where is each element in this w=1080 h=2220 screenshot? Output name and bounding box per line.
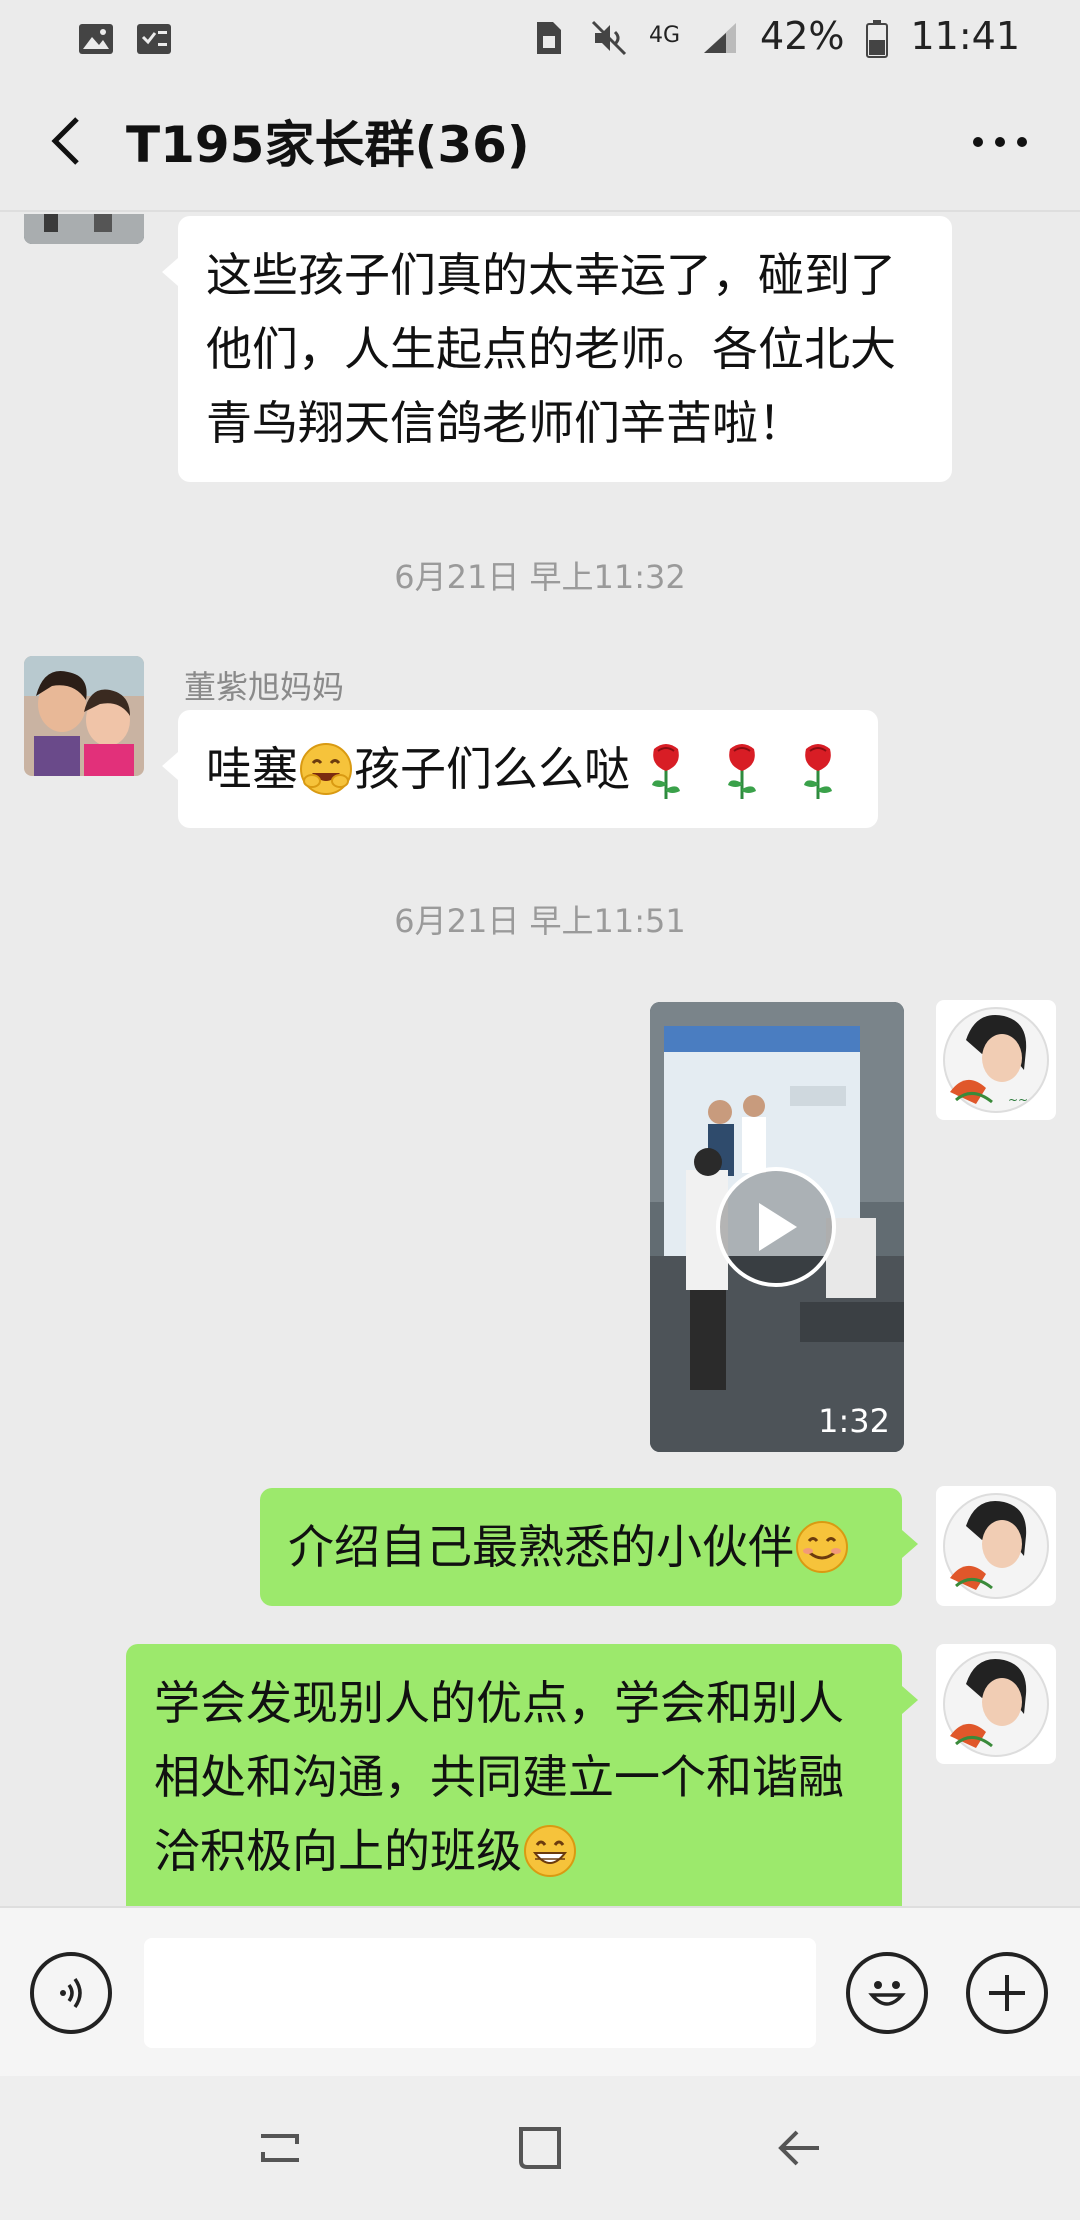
status-bar: 4G 42% 11:41 — [0, 0, 1080, 72]
clipboard-notification-icon — [136, 20, 172, 54]
gallery-notification-icon — [78, 20, 114, 54]
rose-emoji-icon — [796, 741, 850, 799]
page-title: T195家长群(36) — [126, 116, 530, 174]
play-button[interactable] — [716, 1167, 836, 1287]
more-button[interactable] — [970, 112, 1030, 172]
home-icon — [519, 2127, 561, 2169]
avatar[interactable]: ~~ — [936, 1000, 1056, 1120]
more-icon — [973, 137, 1027, 147]
svg-text:~~: ~~ — [1008, 1093, 1028, 1107]
plus-icon — [989, 1975, 1025, 2011]
input-bar — [0, 1906, 1080, 2076]
recent-apps-button[interactable] — [240, 2108, 320, 2188]
chevron-left-icon — [51, 117, 79, 165]
system-nav-bar — [0, 2076, 1080, 2220]
message-line: 学会发现别人的优点，学会和别人 — [154, 1676, 844, 1730]
message-text: 介绍自己最熟悉的小伙伴 — [288, 1520, 794, 1574]
signal-icon — [702, 20, 738, 53]
message-text: 哇塞 — [206, 742, 298, 796]
mute-icon — [591, 20, 627, 56]
clock: 11:41 — [910, 14, 1020, 58]
smile-emoji-icon — [794, 1519, 850, 1575]
avatar[interactable] — [24, 656, 144, 776]
status-right: 4G 42% 11:41 — [533, 14, 1020, 58]
emoji-icon — [868, 1981, 906, 2006]
battery-icon — [866, 20, 889, 58]
message-bubble[interactable]: 哇塞 孩子们么么哒 — [162, 710, 878, 828]
message-line: 相处和沟通，共同建立一个和谐融 — [154, 1750, 844, 1804]
message-text: 孩子们么么哒 — [354, 742, 630, 796]
avatar[interactable] — [24, 214, 144, 244]
plus-button[interactable] — [966, 1952, 1048, 2034]
message-bubble[interactable]: 这些孩子们真的太幸运了，碰到了 他们，人生起点的老师。各位北大 青鸟翔天信鸽老师… — [162, 216, 952, 482]
message-input[interactable] — [144, 1938, 816, 2048]
message-line: 他们，人生起点的老师。各位北大 — [206, 322, 896, 376]
network-type: 4G — [648, 23, 681, 48]
laughing-emoji-icon — [298, 741, 354, 797]
sender-name: 董紫旭妈妈 — [184, 668, 345, 706]
back-arrow-icon — [778, 2130, 819, 2166]
voice-icon — [60, 1977, 82, 2009]
grin-emoji-icon — [522, 1823, 578, 1879]
emoji-button[interactable] — [846, 1952, 928, 2034]
play-icon — [759, 1203, 797, 1251]
sim-icon — [533, 20, 569, 54]
home-button[interactable] — [500, 2108, 580, 2188]
message-bubble[interactable]: 介绍自己最熟悉的小伙伴 — [260, 1488, 918, 1606]
chat-messages[interactable]: 这些孩子们真的太幸运了，碰到了 他们，人生起点的老师。各位北大 青鸟翔天信鸽老师… — [0, 214, 1080, 1906]
avatar[interactable] — [936, 1486, 1056, 1606]
video-message[interactable]: 1:32 — [650, 1002, 904, 1452]
recent-apps-icon — [261, 2134, 299, 2162]
message-line: 这些孩子们真的太幸运了，碰到了 — [206, 248, 896, 302]
rose-emoji-icon — [720, 741, 774, 799]
message-line-wrap: 洽积极向上的班级 — [154, 1814, 874, 1888]
timestamp: 6月21日 早上11:51 — [394, 902, 686, 940]
back-button[interactable] — [36, 111, 96, 171]
chat-header: T195家长群(36) — [0, 72, 1080, 212]
voice-button[interactable] — [30, 1952, 112, 2034]
battery-percent: 42% — [760, 14, 845, 58]
timestamp: 6月21日 早上11:32 — [394, 558, 686, 596]
rose-emoji-icon — [644, 741, 698, 799]
message-line: 青鸟翔天信鸽老师们辛苦啦！ — [206, 396, 804, 450]
message-bubble[interactable]: 学会发现别人的优点，学会和别人 相处和沟通，共同建立一个和谐融 洽积极向上的班级 — [126, 1644, 918, 1906]
video-duration: 1:32 — [818, 1402, 890, 1440]
back-nav-button[interactable] — [760, 2108, 840, 2188]
message-line: 洽积极向上的班级 — [154, 1824, 522, 1878]
avatar[interactable] — [936, 1644, 1056, 1764]
status-left — [78, 20, 172, 54]
